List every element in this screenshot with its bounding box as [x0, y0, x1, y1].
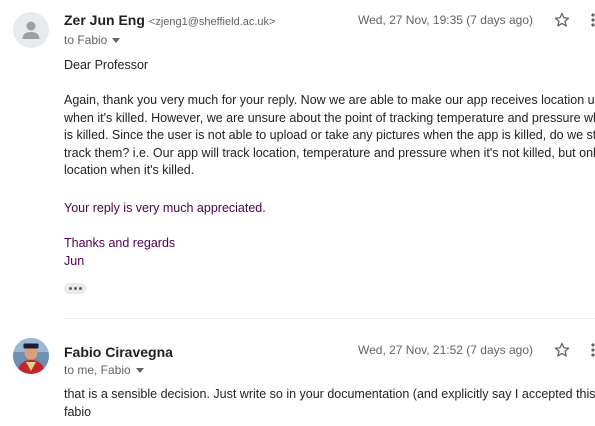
- dot: [68, 287, 72, 290]
- body-line: location when it's killed.: [64, 163, 195, 178]
- profile-photo-image: [13, 338, 49, 374]
- body-greeting: Dear Professor: [64, 58, 149, 72]
- recipients-toggle[interactable]: to Fabio: [64, 33, 121, 47]
- dot: [78, 287, 82, 290]
- star-outline-icon[interactable]: [553, 341, 571, 359]
- recipients-label: to me, Fabio: [64, 363, 131, 377]
- signature-line: Jun: [64, 254, 85, 268]
- body-line: Again, thank you very much for your repl…: [64, 93, 595, 107]
- email-message-1: Zer Jun Eng <zjeng1@sheffield.ac.uk> to F…: [0, 0, 595, 305]
- more-vert-icon[interactable]: [588, 341, 595, 359]
- chevron-down-icon: [112, 38, 121, 44]
- body-line: that is a sensible decision. Just write …: [64, 387, 595, 401]
- email-message-2: Fabio Ciravegna to me, Fabio Wed, 27 Nov…: [0, 324, 595, 426]
- recipients-toggle[interactable]: to me, Fabio: [64, 363, 144, 377]
- sender-email: <zjeng1@sheffield.ac.uk>: [148, 16, 276, 28]
- dot: [73, 287, 77, 290]
- message-date: Wed, 27 Nov, 21:52 (7 days ago): [358, 343, 533, 357]
- message-divider: [64, 318, 595, 319]
- sender-name[interactable]: Fabio Ciravegna: [64, 344, 173, 360]
- sender-name[interactable]: Zer Jun Eng <zjeng1@sheffield.ac.uk>: [64, 12, 275, 28]
- body-line: is killed. Since the user is not able to…: [64, 128, 595, 143]
- more-vert-icon[interactable]: [588, 11, 595, 29]
- sender-avatar-default[interactable]: [13, 12, 49, 48]
- star-outline-icon[interactable]: [553, 11, 571, 29]
- signature-line: fabio: [64, 405, 92, 419]
- sender-name-text: Zer Jun Eng: [64, 12, 145, 28]
- body-line: when it's killed. However, we are unsure…: [64, 110, 595, 125]
- person-icon: [22, 21, 40, 39]
- body-paragraph: Again, thank you very much for your repl…: [64, 92, 595, 180]
- sender-avatar-photo[interactable]: [13, 338, 49, 374]
- show-trimmed-content-button[interactable]: [64, 283, 86, 294]
- chevron-down-icon: [135, 368, 144, 374]
- message-date: Wed, 27 Nov, 19:35 (7 days ago): [358, 13, 533, 27]
- recipients-label: to Fabio: [64, 33, 108, 47]
- appreciation-line: Your reply is very much appreciated.: [64, 201, 266, 215]
- signoff-line: Thanks and regards: [64, 236, 176, 250]
- body-line: track them? i.e. Our app will track loca…: [64, 145, 595, 160]
